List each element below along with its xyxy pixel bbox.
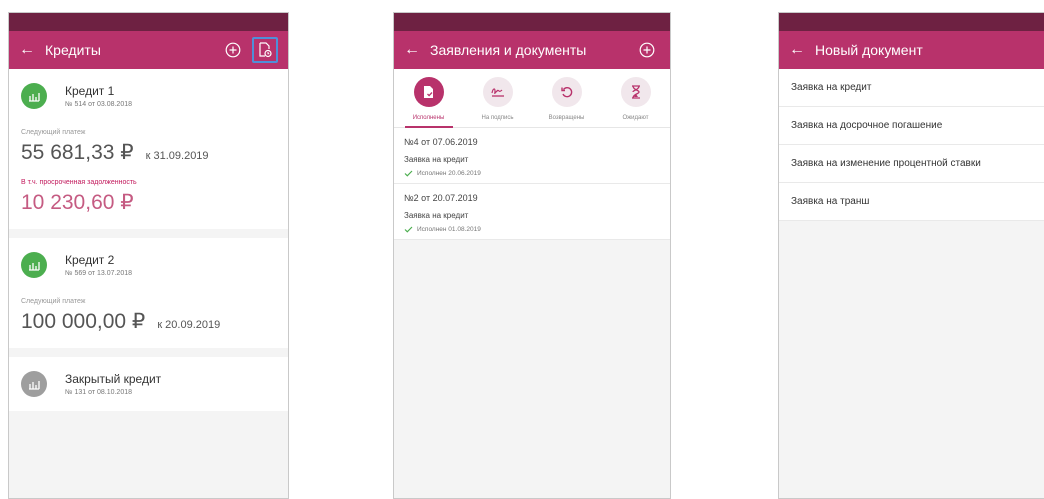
tab-label: Исполнены bbox=[412, 115, 445, 121]
app-bar: ← Новый документ bbox=[779, 31, 1044, 69]
document-title: №4 от 07.06.2019 bbox=[404, 137, 478, 147]
app-bar: ← Кредиты bbox=[9, 31, 288, 69]
hourglass-icon bbox=[620, 77, 651, 107]
next-payment-label: Следующий платеж bbox=[21, 298, 86, 305]
document-status-text: Исполнен 20.06.2019 bbox=[417, 170, 481, 177]
document-status: Исполнен 01.08.2019 bbox=[404, 226, 660, 233]
tab-label: На подпись bbox=[481, 115, 514, 121]
next-payment-label: Следующий платеж bbox=[21, 129, 86, 136]
overdue-amount: 10 230,60 ₽ bbox=[21, 191, 134, 214]
document-title: №2 от 20.07.2019 bbox=[404, 193, 478, 203]
document-status: Исполнен 20.06.2019 bbox=[404, 170, 660, 177]
credits-screen: ← Кредиты Кредит 1 № 514 от 03.08.2018 С… bbox=[8, 12, 289, 499]
back-arrow-icon[interactable]: ← bbox=[404, 42, 430, 58]
page-title: Заявления и документы bbox=[430, 42, 587, 58]
status-bar bbox=[779, 13, 1044, 31]
next-payment-amount: 100 000,00 ₽ bbox=[21, 310, 146, 333]
document-item[interactable]: №4 от 07.06.2019 Заявка на кредит Исполн… bbox=[394, 128, 670, 184]
credit-number: № 514 от 03.08.2018 bbox=[65, 101, 133, 108]
credit-number: № 131 от 08.10.2018 bbox=[65, 389, 133, 396]
credit-card[interactable]: Кредит 2 № 569 от 13.07.2018 Следующий п… bbox=[9, 238, 288, 348]
next-payment-date: к 31.09.2019 bbox=[145, 150, 209, 162]
credit-card[interactable]: Закрытый кредит № 131 от 08.10.2018 bbox=[9, 357, 288, 411]
checkmark-icon bbox=[404, 226, 413, 233]
document-item[interactable]: №2 от 20.07.2019 Заявка на кредит Исполн… bbox=[394, 184, 670, 240]
chart-icon bbox=[21, 252, 47, 278]
chart-icon bbox=[21, 371, 47, 397]
next-payment-date: к 20.09.2019 bbox=[157, 319, 221, 331]
tab-label: Возвращены bbox=[548, 115, 585, 121]
page-title: Кредиты bbox=[45, 42, 101, 58]
new-document-screen: ← Новый документ Заявка на кредит Заявка… bbox=[778, 12, 1044, 499]
menu-item-credit-application[interactable]: Заявка на кредит bbox=[779, 69, 1044, 107]
app-bar: ← Заявления и документы bbox=[394, 31, 670, 69]
document-type: Заявка на кредит bbox=[404, 155, 469, 164]
menu-item-rate-change[interactable]: Заявка на изменение процентной ставки bbox=[779, 145, 1044, 183]
tab-waiting[interactable]: Ожидают bbox=[606, 77, 666, 127]
tab-to-sign[interactable]: На подпись bbox=[468, 77, 528, 127]
tab-label: Ожидают bbox=[622, 115, 649, 121]
documents-icon[interactable] bbox=[252, 37, 278, 63]
return-icon bbox=[551, 77, 582, 107]
document-type: Заявка на кредит bbox=[404, 211, 469, 220]
back-arrow-icon[interactable]: ← bbox=[19, 42, 45, 58]
page-title: Новый документ bbox=[815, 42, 923, 58]
next-payment-amount: 55 681,33 ₽ bbox=[21, 141, 134, 164]
checkmark-icon bbox=[404, 170, 413, 177]
credit-number: № 569 от 13.07.2018 bbox=[65, 270, 133, 277]
chart-icon bbox=[21, 83, 47, 109]
status-tabs: Исполнены На подпись Возвращены Ожидают bbox=[394, 69, 670, 128]
menu-item-tranche[interactable]: Заявка на транш bbox=[779, 183, 1044, 221]
status-bar bbox=[394, 13, 670, 31]
document-status-text: Исполнен 01.08.2019 bbox=[417, 226, 481, 233]
add-circle-icon[interactable] bbox=[220, 37, 246, 63]
tab-executed[interactable]: Исполнены bbox=[399, 77, 459, 128]
overdue-label: В т.ч. просроченная задолженность bbox=[21, 179, 137, 186]
add-circle-icon[interactable] bbox=[634, 37, 660, 63]
signature-icon bbox=[482, 77, 513, 107]
credit-card[interactable]: Кредит 1 № 514 от 03.08.2018 Следующий п… bbox=[9, 69, 288, 229]
back-arrow-icon[interactable]: ← bbox=[789, 42, 815, 58]
status-bar bbox=[9, 13, 288, 31]
document-check-icon bbox=[413, 77, 444, 107]
menu-item-early-repayment[interactable]: Заявка на досрочное погашение bbox=[779, 107, 1044, 145]
credit-name: Кредит 2 bbox=[65, 253, 115, 267]
credit-name: Закрытый кредит bbox=[65, 372, 162, 386]
documents-screen: ← Заявления и документы Исполнены На под… bbox=[393, 12, 671, 499]
credit-name: Кредит 1 bbox=[65, 84, 115, 98]
tab-returned[interactable]: Возвращены bbox=[537, 77, 597, 127]
